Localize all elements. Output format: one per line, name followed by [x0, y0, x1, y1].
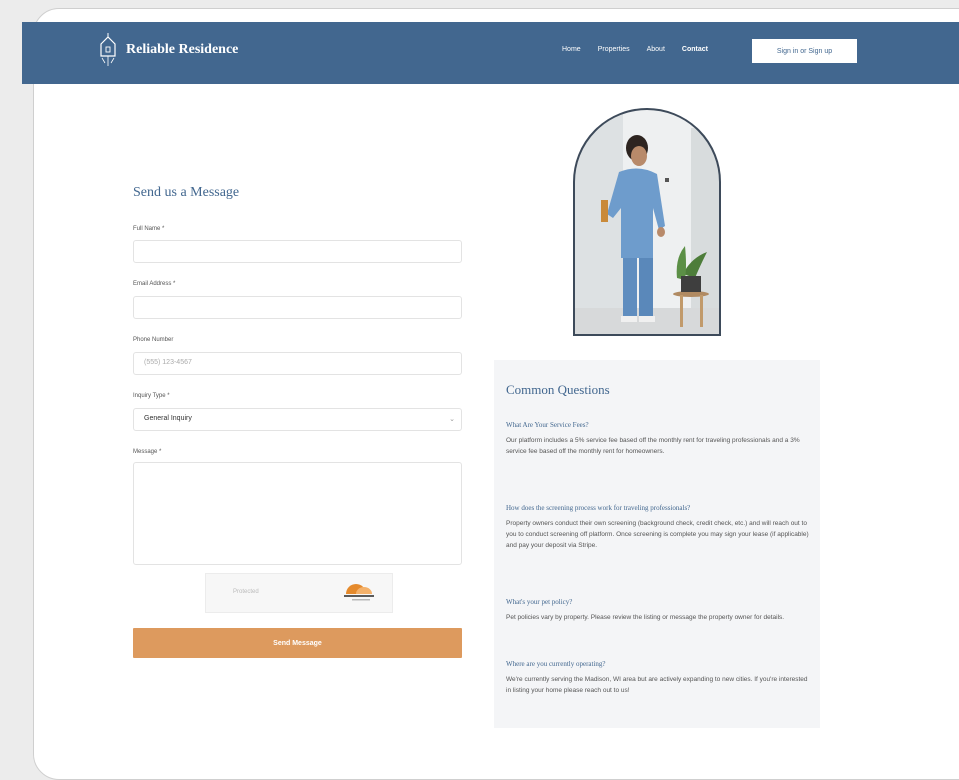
- faq-panel: Common Questions What Are Your Service F…: [494, 360, 820, 728]
- faq-question: How does the screening process work for …: [506, 504, 691, 512]
- brand-name[interactable]: Reliable Residence: [126, 42, 238, 58]
- full-name-label: Full Name *: [133, 226, 165, 232]
- faq-question: Where are you currently operating?: [506, 660, 606, 668]
- faq-question: What's your pet policy?: [506, 598, 573, 606]
- inquiry-type-label: Inquiry Type *: [133, 393, 170, 399]
- full-name-input[interactable]: [133, 240, 462, 263]
- message-label: Message *: [133, 449, 162, 455]
- phone-label: Phone Number: [133, 337, 174, 343]
- signin-button[interactable]: Sign in or Sign up: [752, 39, 857, 63]
- nav-link-home[interactable]: Home: [562, 46, 581, 53]
- nav-link-about[interactable]: About: [647, 46, 665, 53]
- phone-input[interactable]: (555) 123-4567: [133, 352, 462, 375]
- inquiry-type-value: General Inquiry: [144, 415, 192, 422]
- faq-question: What Are Your Service Fees?: [506, 421, 589, 429]
- email-input[interactable]: [133, 296, 462, 319]
- chevron-down-icon: ⌄: [449, 416, 455, 423]
- captcha-label: Protected: [233, 589, 259, 595]
- email-label: Email Address *: [133, 281, 176, 287]
- nurse-photo: [573, 108, 721, 336]
- house-icon[interactable]: [98, 32, 118, 70]
- faq-answer: We're currently serving the Madison, WI …: [506, 676, 808, 694]
- faq-title: Common Questions: [506, 382, 610, 397]
- faq-answer: Our platform includes a 5% service fee b…: [506, 437, 800, 455]
- captcha-logo-icon: [344, 584, 374, 601]
- captcha-widget[interactable]: Protected: [205, 573, 393, 613]
- navbar: Reliable Residence Home Properties About…: [22, 22, 959, 84]
- faq-answer: Property owners conduct their own screen…: [506, 520, 809, 549]
- nav-link-contact[interactable]: Contact: [682, 46, 708, 53]
- message-textarea[interactable]: [133, 462, 462, 565]
- nav-link-properties[interactable]: Properties: [598, 46, 630, 53]
- inquiry-type-select[interactable]: General Inquiry ⌄: [133, 408, 462, 431]
- nav-links: Home Properties About Contact: [562, 46, 725, 53]
- faq-answer: Pet policies vary by property. Please re…: [506, 614, 785, 621]
- form-title: Send us a Message: [133, 185, 240, 200]
- send-message-button[interactable]: Send Message: [133, 628, 462, 658]
